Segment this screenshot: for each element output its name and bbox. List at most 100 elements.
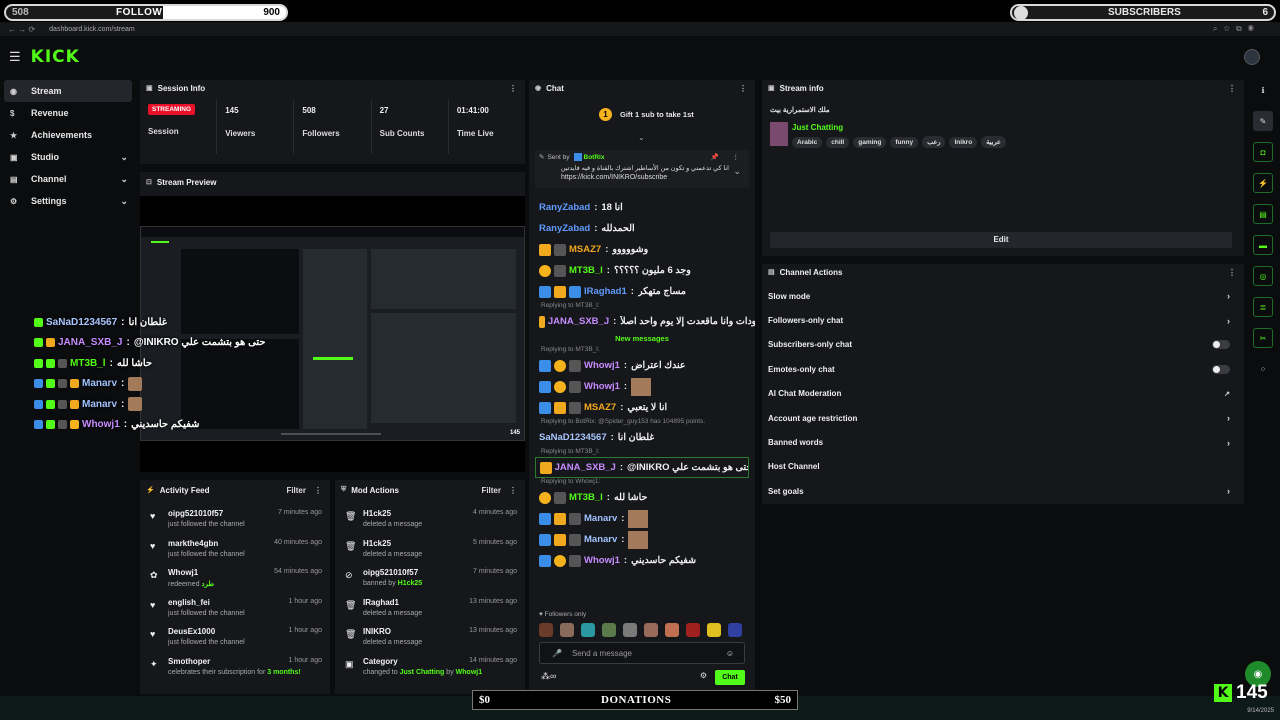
edit-icon[interactable]: ✎ <box>1253 111 1273 131</box>
settings-icon[interactable]: ⚙ <box>700 671 707 680</box>
more-icon[interactable]: ⋮ <box>1228 84 1236 93</box>
broadcast-icon[interactable]: ◎ <box>1253 266 1273 286</box>
toggle-switch[interactable] <box>1212 364 1230 374</box>
emote-icon[interactable] <box>560 623 574 637</box>
reply-context[interactable]: Replying to Whowj1: <box>529 478 755 487</box>
stream-tag[interactable]: funny <box>890 137 919 148</box>
browser-nav-icons[interactable]: ← → ⟳ <box>8 25 35 34</box>
channel-action-ai-chat-moderation[interactable]: AI Chat Moderation ↗ <box>762 382 1244 406</box>
reply-context[interactable]: Replying to MT3B_l: <box>529 346 755 355</box>
activity-item-name[interactable]: markthe4gbn <box>168 539 245 548</box>
info-icon[interactable]: ℹ <box>1253 80 1273 100</box>
chat-username[interactable]: Whowj1 <box>584 360 620 371</box>
menu-icon[interactable]: ☰ <box>9 49 21 65</box>
channel-action-banned-words[interactable]: Banned words › <box>762 430 1244 454</box>
channel-action-host-channel[interactable]: Host Channel <box>762 455 1244 479</box>
wrench-icon[interactable]: ✂ <box>1253 328 1273 348</box>
stream-tag[interactable]: chill <box>826 137 850 148</box>
mod-item-name[interactable]: H1ck25 <box>363 509 422 518</box>
mic-icon[interactable]: 🎤 <box>552 649 562 658</box>
channel-action-slow-mode[interactable]: Slow mode › <box>762 284 1244 308</box>
pin-toggle-icon[interactable]: 📌 <box>711 153 719 161</box>
chat-send-button[interactable]: Chat <box>715 670 745 685</box>
chat-username[interactable]: Manarv <box>584 534 617 545</box>
reply-context[interactable]: Replying to BotRix: @Spider_guy153 has 1… <box>529 418 755 427</box>
user-avatar[interactable] <box>1244 49 1260 65</box>
category-name[interactable]: Just Chatting <box>792 123 843 132</box>
more-icon[interactable]: ⋮ <box>739 84 747 93</box>
clip-icon[interactable]: ◘ <box>1253 142 1273 162</box>
kick-logo[interactable]: KICK <box>31 47 80 67</box>
sidebar-item-studio[interactable]: ▣ Studio ⌄ <box>4 146 132 168</box>
mod-item-name[interactable]: INIKRO <box>363 627 422 636</box>
edit-stream-button[interactable]: Edit <box>770 232 1232 248</box>
mod-item-name[interactable]: IRaghad1 <box>363 598 422 607</box>
gift-sub-banner[interactable]: 1 Gift 1 sub to take 1st <box>599 108 694 121</box>
chat-username[interactable]: SaNaD1234567 <box>539 432 607 443</box>
mod-item-name[interactable]: Category <box>363 657 482 666</box>
channel-action-account-age-restriction[interactable]: Account age restriction › <box>762 406 1244 430</box>
apps-icon[interactable]: ⁘ <box>1253 359 1273 379</box>
points-icon[interactable]: ⁂∞ <box>541 671 556 682</box>
emote-icon[interactable] <box>623 623 637 637</box>
activity-item-name[interactable]: Smothoper <box>168 657 301 666</box>
stream-tag[interactable]: عربية <box>981 136 1006 148</box>
chat-username[interactable]: MSAZ7 <box>584 402 616 413</box>
mod-filter-button[interactable]: Filter <box>481 486 501 495</box>
activity-item-name[interactable]: DeusEx1000 <box>168 627 245 636</box>
channel-action-emotes-only-chat[interactable]: Emotes-only chat <box>762 357 1244 381</box>
channel-action-set-goals[interactable]: Set goals › <box>762 479 1244 503</box>
activity-item-name[interactable]: english_fei <box>168 598 245 607</box>
channel-action-subscribers-only-chat[interactable]: Subscribers-only chat <box>762 333 1244 357</box>
emote-icon[interactable] <box>644 623 658 637</box>
chat-username[interactable]: JANA_SXB_J <box>555 462 616 473</box>
activity-item-name[interactable]: oipg521010f57 <box>168 509 245 518</box>
mod-item-name[interactable]: H1ck25 <box>363 539 422 548</box>
activity-item-name[interactable]: Whowj1 <box>168 568 214 577</box>
sidebar-item-achievements[interactable]: ★ Achievements <box>4 124 132 146</box>
document-icon[interactable]: ▤ <box>1253 204 1273 224</box>
sidebar-item-settings[interactable]: ⚙ Settings ⌄ <box>4 190 132 212</box>
chat-username[interactable]: Manarv <box>584 513 617 524</box>
pinned-link[interactable]: https://kick.com/INIKRO/subscribe <box>535 172 749 181</box>
emote-icon[interactable] <box>686 623 700 637</box>
chat-username[interactable]: Whowj1 <box>584 555 620 566</box>
more-icon[interactable]: ⋮ <box>509 486 517 495</box>
emote-icon[interactable] <box>728 623 742 637</box>
chat-input[interactable]: 🎤 Send a message ☺ <box>539 642 745 664</box>
chat-username[interactable]: RanyZabad <box>539 223 590 234</box>
activity-filter-button[interactable]: Filter <box>286 486 306 495</box>
chat-username[interactable]: MT3B_l <box>569 265 603 276</box>
chat-username[interactable]: MT3B_l <box>569 492 603 503</box>
chat-username[interactable]: IRaghad1 <box>584 286 627 297</box>
layers-icon[interactable]: ≣ <box>1253 297 1273 317</box>
stream-tag[interactable]: Arabic <box>792 137 823 148</box>
more-icon[interactable]: ⋮ <box>314 486 322 495</box>
browser-tools-icons[interactable]: ⌕☆⧉◉ <box>1213 24 1260 34</box>
emote-icon[interactable] <box>707 623 721 637</box>
more-icon[interactable]: ⋮ <box>733 153 740 161</box>
toggle-switch[interactable] <box>1212 340 1230 350</box>
sidebar-item-stream[interactable]: ◉ Stream <box>4 80 132 102</box>
sidebar-item-revenue[interactable]: $ Revenue <box>4 102 132 124</box>
chat-username[interactable]: RanyZabad <box>539 202 590 213</box>
more-icon[interactable]: ⋮ <box>509 84 517 93</box>
mod-item-name[interactable]: oipg521010f57 <box>363 568 422 577</box>
chat-username[interactable]: JANA_SXB_J <box>548 316 609 327</box>
emote-icon[interactable] <box>665 623 679 637</box>
message-icon[interactable]: ▬ <box>1253 235 1273 255</box>
chevron-down-icon[interactable]: ⌄ <box>638 133 645 142</box>
chat-username[interactable]: Whowj1 <box>584 381 620 392</box>
emote-icon[interactable] <box>602 623 616 637</box>
reply-context[interactable]: Replying to MT3B_l: <box>529 302 755 311</box>
stream-tag[interactable]: رعب <box>922 136 946 148</box>
emote-icon[interactable] <box>581 623 595 637</box>
browser-url[interactable]: dashboard.kick.com/stream <box>49 26 135 33</box>
chat-username[interactable]: MSAZ7 <box>569 244 601 255</box>
stream-tag[interactable]: gaming <box>853 137 887 148</box>
stream-tag[interactable]: Inikro <box>949 137 978 148</box>
chevron-down-icon[interactable]: ⌄ <box>733 166 741 177</box>
reply-context[interactable]: Replying to MT3B_l: <box>529 448 755 457</box>
channel-action-followers-only-chat[interactable]: Followers-only chat › <box>762 308 1244 332</box>
sidebar-item-channel[interactable]: ▤ Channel ⌄ <box>4 168 132 190</box>
